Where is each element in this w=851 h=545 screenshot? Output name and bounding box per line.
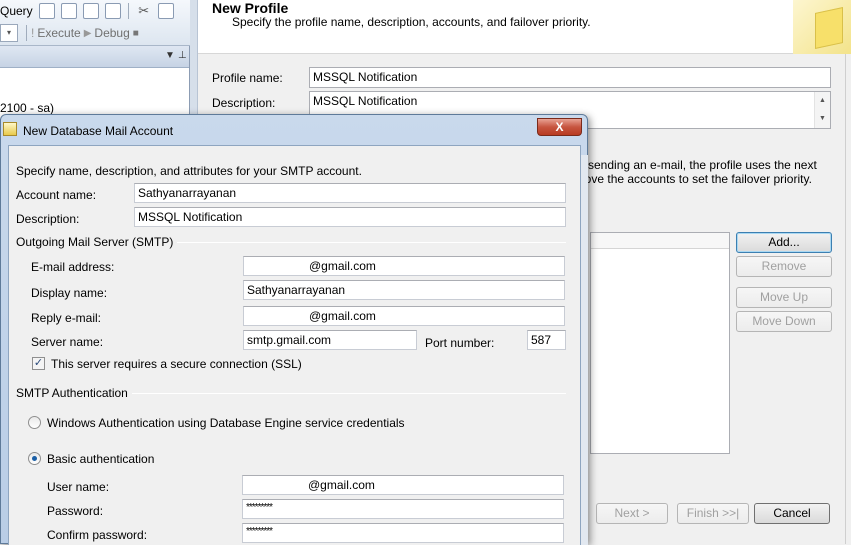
user-name-field[interactable]: @gmail.com [242,475,564,495]
cut-icon[interactable]: ✂ [136,3,152,19]
ssl-label: This server requires a secure connection… [51,357,302,371]
display-name-label: Display name: [31,286,108,300]
ssl-checkbox[interactable]: ✓ [32,357,45,370]
email-address-value: @gmail.com [309,259,376,273]
smtp-group-title: Outgoing Mail Server (SMTP) [16,235,178,249]
close-button[interactable]: X [537,118,582,136]
confirm-password-field[interactable]: ********* [242,523,564,543]
scroll-up-icon[interactable]: ▲ [815,92,830,110]
execute-button[interactable]: Execute [37,26,80,40]
email-address-field[interactable]: @gmail.com [243,256,565,276]
server-node[interactable]: 2100 - sa) [0,101,54,115]
finish-button[interactable]: Finish >>| [677,503,749,524]
remove-account-button[interactable]: Remove [736,256,832,277]
dmx-query-icon[interactable] [82,3,99,19]
basic-auth-label: Basic authentication [47,452,155,466]
accounts-list-header [591,233,729,249]
wizard-subtitle: Specify the profile name, description, a… [232,15,591,29]
dropdown-arrow-icon[interactable]: ▼ [165,50,175,61]
auth-group-title: SMTP Authentication [16,386,132,400]
dialog-title: New Database Mail Account [23,124,174,138]
server-name-label: Server name: [31,335,104,349]
debug-icon[interactable]: ▶ [84,28,92,39]
object-explorer-header: ▼ ⊥ [0,46,189,68]
dialog-body: Specify name, description, and attribute… [8,145,581,545]
account-description-field[interactable]: MSSQL Notification [134,207,566,227]
cancel-button[interactable]: Cancel [754,503,830,524]
user-name-label: User name: [47,480,110,494]
basic-auth-radio[interactable] [28,452,41,465]
wizard-header: New Profile Specify the profile name, de… [198,0,851,54]
redacted-text [247,261,309,270]
mail-account-icon [3,122,17,136]
profile-name-label: Profile name: [212,71,283,85]
profile-description-text: MSSQL Notification [313,94,418,108]
account-description-label: Description: [16,212,80,226]
description-scrollbar[interactable]: ▲ ▼ [814,92,830,128]
new-query-icon[interactable] [38,3,55,19]
windows-auth-label: Windows Authentication using Database En… [47,416,405,430]
password-field[interactable]: ********* [242,499,564,519]
stop-icon[interactable]: ■ [133,28,139,39]
user-name-value: @gmail.com [308,478,375,492]
email-address-label: E-mail address: [31,260,115,274]
server-name-field[interactable]: smtp.gmail.com [243,330,417,350]
port-number-label: Port number: [425,336,495,350]
port-number-field[interactable]: 587 [527,330,566,350]
redacted-text [247,311,309,320]
profile-name-field[interactable]: MSSQL Notification [309,67,831,88]
toolbar-separator [26,25,27,41]
wizard-graphic-icon [793,0,851,54]
database-dropdown[interactable]: ▾ [0,24,18,42]
toolbar-separator [127,3,129,19]
failover-instructions: e sending an e-mail, the profile uses th… [578,158,828,186]
description-label: Description: [212,96,276,110]
instructions-line-2: nove the accounts to set the failover pr… [578,172,812,186]
move-down-button[interactable]: Move Down [736,311,832,332]
debug-button[interactable]: Debug [94,26,129,40]
dialog-titlebar[interactable]: New Database Mail Account X [1,115,587,145]
add-account-button[interactable]: Add... [736,232,832,253]
windows-auth-radio[interactable] [28,416,41,429]
move-up-button[interactable]: Move Up [736,287,832,308]
pin-icon[interactable]: ⊥ [178,50,187,61]
scroll-down-icon[interactable]: ▼ [815,110,830,128]
instructions-line-1: e sending an e-mail, the profile uses th… [578,158,817,172]
xmla-query-icon[interactable] [104,3,121,19]
next-button[interactable]: Next > [596,503,668,524]
copy-icon[interactable] [157,3,174,19]
reply-email-label: Reply e-mail: [31,311,102,325]
wizard-title: New Profile [212,0,289,16]
smtp-accounts-list[interactable] [590,232,730,454]
redacted-text [246,480,308,489]
wizard-right-border [845,54,851,544]
confirm-password-label: Confirm password: [47,528,148,542]
account-name-label: Account name: [16,188,97,202]
dialog-intro-text: Specify name, description, and attribute… [16,164,362,178]
account-name-field[interactable]: Sathyanarrayanan [134,183,566,203]
reply-email-field[interactable]: @gmail.com [243,306,565,326]
new-mail-account-dialog: New Database Mail Account X Specify name… [0,114,588,545]
reply-email-value: @gmail.com [309,309,376,323]
query-menu[interactable]: Query [0,4,33,18]
display-name-field[interactable]: Sathyanarrayanan [243,280,565,300]
password-label: Password: [47,504,104,518]
execute-icon[interactable]: ! [31,26,34,40]
mdx-query-icon[interactable] [60,3,77,19]
ssms-toolbar: Query ✂ ▾ ! Execute ▶ Debug ■ [0,0,196,46]
